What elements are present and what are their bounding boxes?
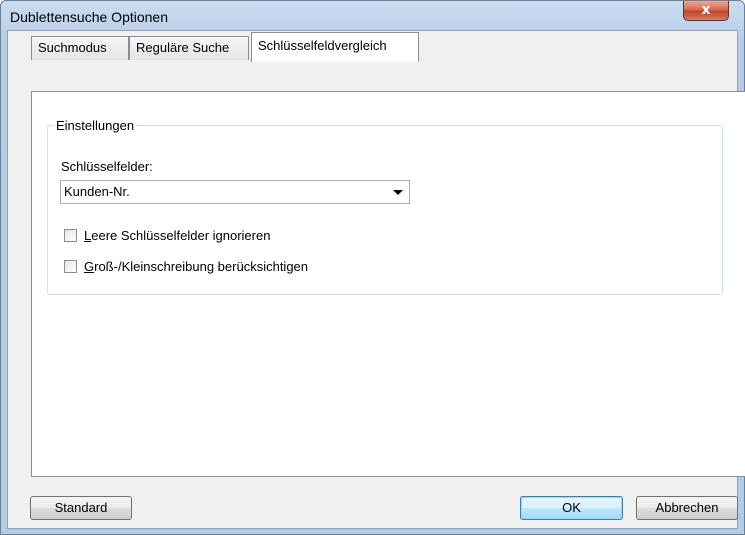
standard-button[interactable]: Standard <box>30 496 132 520</box>
ok-button[interactable]: OK <box>520 496 623 520</box>
tab-schluesselfeldvergleich[interactable]: Schlüsselfeldvergleich <box>251 32 419 62</box>
tab-regulaere-suche[interactable]: Reguläre Suche <box>129 36 249 60</box>
case-sensitive-label[interactable]: Groß-/Kleinschreibung berücksichtigen <box>84 259 308 274</box>
tab-label: Reguläre Suche <box>136 40 230 55</box>
cancel-button[interactable]: Abbrechen <box>636 496 738 520</box>
ignore-empty-checkbox[interactable] <box>64 229 77 242</box>
checkbox-label-text: roß-/Kleinschreibung berücksichtigen <box>94 259 309 274</box>
case-sensitive-checkbox[interactable] <box>64 260 77 273</box>
window-title: Dublettensuche Optionen <box>10 9 168 25</box>
mnemonic-letter: G <box>84 259 95 274</box>
close-button[interactable]: x <box>683 1 729 21</box>
ignore-empty-label[interactable]: Leere Schlüsselfelder ignorieren <box>84 228 270 243</box>
checkbox-label-text: eere Schlüsselfelder ignorieren <box>91 228 271 243</box>
chevron-down-icon <box>393 190 403 195</box>
key-fields-label: Schlüsselfelder: <box>61 159 153 174</box>
groupbox-title: Einstellungen <box>54 118 137 133</box>
close-icon: x <box>701 2 711 18</box>
title-bar[interactable]: Dublettensuche Optionen x <box>1 1 744 31</box>
tab-label: Schlüsselfeldvergleich <box>258 38 387 53</box>
key-fields-value: Kunden-Nr. <box>64 184 130 199</box>
tab-suchmodus[interactable]: Suchmodus <box>31 36 129 60</box>
key-fields-dropdown[interactable]: Kunden-Nr. <box>60 180 410 204</box>
tab-label: Suchmodus <box>38 40 107 55</box>
